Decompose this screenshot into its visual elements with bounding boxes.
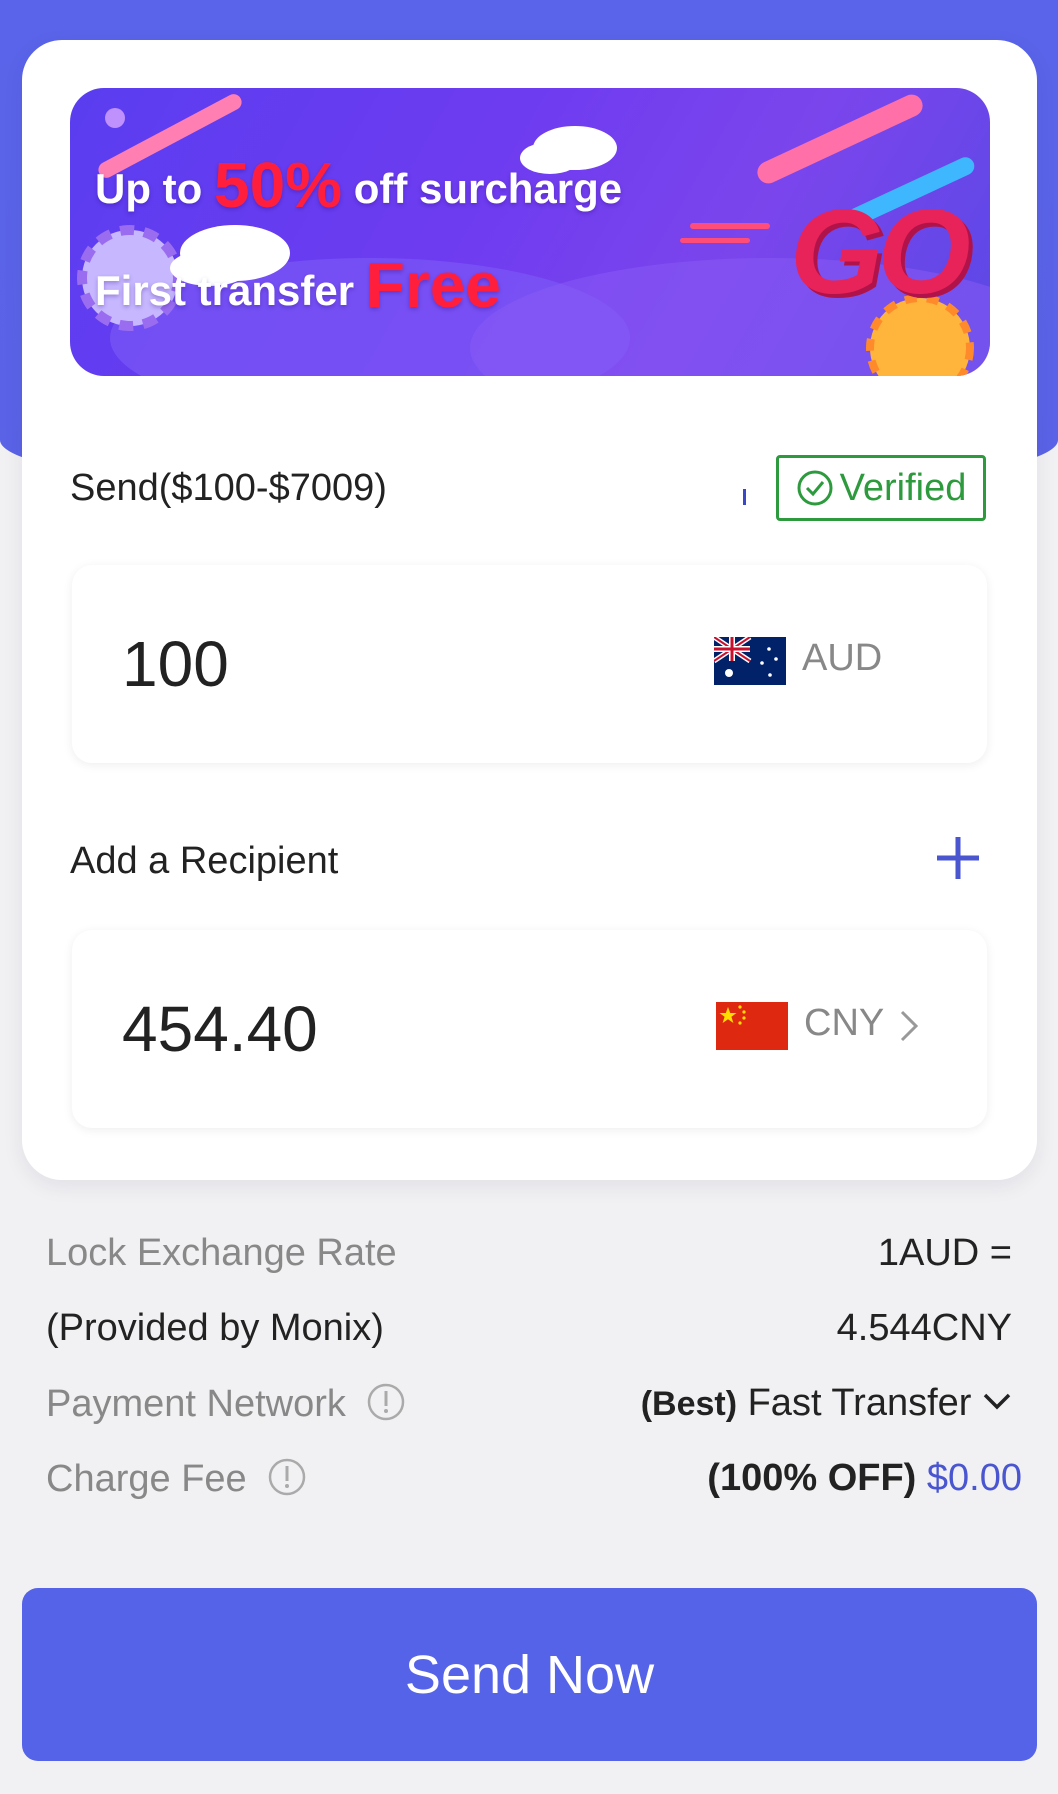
send-currency-label: AUD <box>802 637 883 679</box>
charge-fee-row: Charge Fee (100% OFF) $0.00 <box>46 1457 1022 1507</box>
charge-fee-text: Charge Fee <box>46 1458 247 1500</box>
network-best-badge: (Best) <box>640 1385 738 1423</box>
charge-fee-value-group: (100% OFF) $0.00 <box>707 1457 1022 1500</box>
banner-line1-suffix: off surcharge <box>353 165 623 212</box>
receive-amount-value: 454.40 <box>122 993 318 1065</box>
payment-network-row[interactable]: Payment Network (Best) Fast Transfer <box>46 1382 1012 1432</box>
chevron-down-icon <box>983 1393 1011 1410</box>
receive-currency-label[interactable]: CNY <box>804 1002 884 1045</box>
network-value: Fast Transfer <box>747 1382 972 1424</box>
check-circle-icon <box>797 470 833 506</box>
banner-line1-prefix: Up to <box>95 165 203 212</box>
send-range-label: Send($100-$7009) <box>70 467 387 509</box>
charge-fee-label: Charge Fee <box>46 1457 307 1501</box>
banner-free-highlight: Free <box>365 249 501 321</box>
chevron-right-icon[interactable] <box>898 1008 920 1044</box>
plus-icon[interactable] <box>935 835 981 881</box>
exchange-rate-value: 1AUD = <box>877 1232 1012 1274</box>
info-icon[interactable] <box>366 1382 406 1422</box>
send-header: Send($100-$7009) Verified <box>48 455 986 525</box>
banner-discount-highlight: 50% <box>213 149 343 221</box>
banner-line2-prefix: First transfer <box>95 267 355 314</box>
fee-discount-badge: (100% OFF) <box>707 1457 917 1499</box>
banner-subline: First transfer Free <box>95 248 501 322</box>
receive-amount-box[interactable]: 454.40 CNY <box>72 930 987 1128</box>
payment-network-selector[interactable]: (Best) Fast Transfer <box>641 1382 1012 1425</box>
verified-badge: Verified <box>776 455 986 521</box>
banner-headline: Up to 50% off surcharge <box>95 148 622 222</box>
converted-rate-value: 4.544CNY <box>836 1307 1012 1349</box>
provider-row: (Provided by Monix) 4.544CNY <box>46 1307 1012 1357</box>
send-amount-box[interactable]: 100 AUD <box>72 565 987 763</box>
payment-network-label: Payment Network <box>46 1382 406 1426</box>
banner-go-text: GO <box>790 185 971 319</box>
provider-label: (Provided by Monix) <box>46 1307 384 1349</box>
info-icon[interactable] <box>267 1457 307 1497</box>
payment-network-text: Payment Network <box>46 1383 346 1425</box>
australia-flag-icon <box>714 637 786 685</box>
cursor-mark <box>743 489 746 505</box>
fee-amount: $0.00 <box>926 1457 1022 1499</box>
add-recipient-row[interactable]: Add a Recipient <box>70 835 990 895</box>
lock-exchange-rate-label: Lock Exchange Rate <box>46 1232 397 1274</box>
verified-label: Verified <box>839 466 967 509</box>
add-recipient-label: Add a Recipient <box>70 840 339 882</box>
china-flag-icon <box>716 1002 788 1050</box>
send-now-button[interactable]: Send Now <box>22 1588 1037 1761</box>
promo-banner[interactable]: Up to 50% off surcharge First transfer F… <box>70 88 990 376</box>
exchange-rate-row: Lock Exchange Rate 1AUD = <box>46 1232 1012 1282</box>
send-amount-input[interactable]: 100 <box>122 627 229 701</box>
